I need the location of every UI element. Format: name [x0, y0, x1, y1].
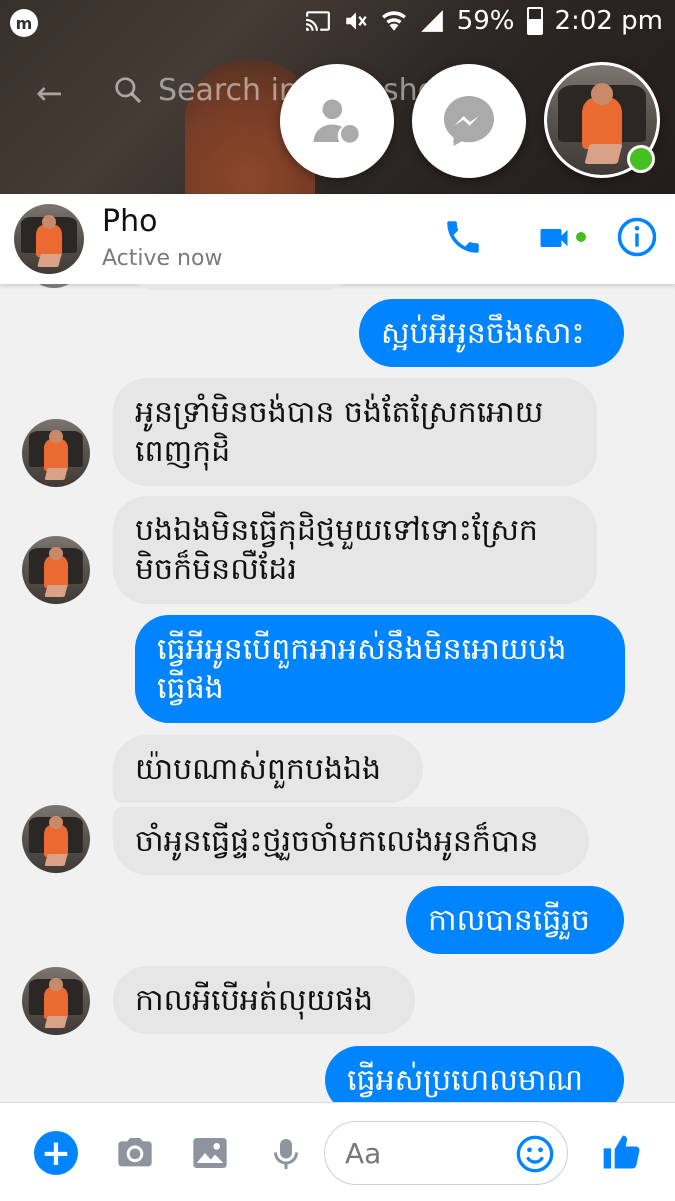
microphone-icon[interactable]	[268, 1133, 304, 1175]
contact-name[interactable]: Pho	[102, 204, 157, 239]
message-incoming[interactable]: យ៉ាបណាស់ពួកបងឯង	[113, 735, 423, 803]
message-list[interactable]: ស្អប់អីអូនចឹងសោះ អូនទ្រាំមិនចង់បាន ចង់តែ…	[0, 284, 675, 1102]
gallery-icon[interactable]	[190, 1133, 230, 1173]
phone-icon[interactable]	[442, 216, 484, 258]
app-logo-icon: m	[10, 9, 38, 37]
avatar	[22, 419, 90, 487]
message-incoming[interactable]: បងឯងមិនធ្វើកុដិថ្មមួយទៅទោះស្រែក មិចក៏មិន…	[113, 496, 597, 604]
active-status: Active now	[102, 246, 223, 271]
message-outgoing[interactable]: ធ្វើអស់ប្រហេលមាណ	[325, 1046, 624, 1102]
message-incoming[interactable]: អូនទ្រាំមិនចង់បាន ចង់តែស្រែកអោយ ពេញកុដិ	[113, 378, 597, 486]
online-indicator	[627, 145, 655, 173]
like-icon[interactable]	[600, 1129, 644, 1175]
camera-icon[interactable]	[114, 1133, 156, 1173]
messenger-chathead[interactable]	[412, 64, 526, 178]
video-active-dot	[576, 232, 586, 242]
avatar	[22, 536, 90, 604]
people-icon	[313, 99, 359, 143]
avatar	[22, 805, 90, 873]
info-icon[interactable]	[616, 216, 658, 258]
message-outgoing[interactable]: កាលបានធ្វើរួច	[406, 886, 624, 954]
mute-icon	[345, 12, 367, 30]
signal-icon	[420, 10, 443, 32]
messenger-icon	[444, 96, 494, 146]
message-incoming[interactable]: ចាំអូនធ្វើផ្ទះថ្មរួចចាំមកលេងអូនក៏បាន	[113, 807, 589, 875]
conversation-header: Pho Active now	[0, 194, 675, 284]
contact-avatar[interactable]	[14, 204, 84, 274]
back-arrow-icon[interactable]: ←	[36, 74, 63, 112]
message-bubble	[130, 284, 350, 290]
message-placeholder: Aa	[345, 1137, 382, 1170]
message-input[interactable]: Aa	[324, 1121, 568, 1185]
battery-icon	[526, 7, 543, 35]
people-chathead[interactable]	[280, 64, 394, 178]
avatar	[24, 284, 84, 288]
cast-icon	[305, 11, 330, 31]
video-icon[interactable]	[534, 220, 574, 256]
avatar	[22, 967, 90, 1035]
status-bar: m 59% 2:02 pm	[0, 0, 675, 48]
message-incoming[interactable]: កាលអីបើអត់លុយផង	[113, 966, 415, 1034]
plus-icon[interactable]: +	[34, 1131, 78, 1175]
clock: 2:02 pm	[554, 6, 663, 36]
battery-percent: 59%	[456, 6, 515, 36]
message-outgoing[interactable]: ធ្វើអីអូនបើពួកអាអស់នឹងមិនអោយបង ធ្វើផង	[135, 615, 625, 723]
wifi-icon	[381, 11, 406, 31]
composer-bar: + Aa	[0, 1102, 675, 1201]
search-icon	[115, 77, 142, 104]
emoji-icon[interactable]	[515, 1134, 555, 1174]
message-outgoing[interactable]: ស្អប់អីអូនចឹងសោះ	[359, 299, 624, 367]
